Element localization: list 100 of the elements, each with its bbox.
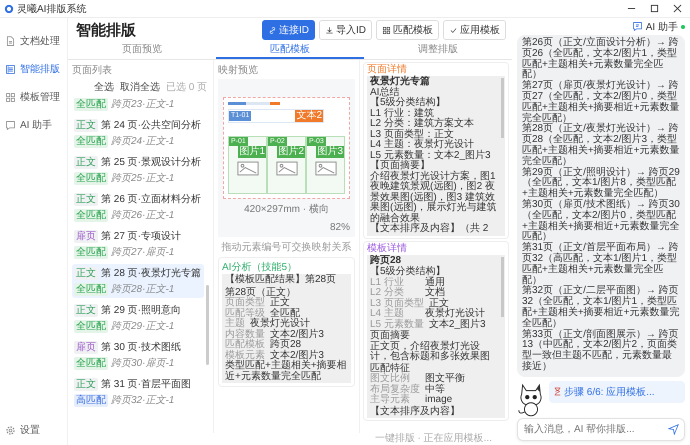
mapping-text: 跨页29·正文-1: [111, 320, 174, 333]
mapping-text: 跨页28·正文-1: [111, 282, 174, 296]
detail-text: L5 元素数量：文本2_图片3: [370, 150, 492, 160]
match-tag: 全匹配: [74, 134, 108, 148]
image-placeholder-icon: [276, 161, 298, 176]
tab[interactable]: 匹配模板: [216, 42, 364, 59]
match-tag: 高匹配: [74, 394, 108, 406]
field-value: 夜景灯光设计: [425, 309, 485, 319]
page-list-item[interactable]: 正文 第 26 页·立面材料分析 全匹配 跨页26·正文-1: [72, 190, 204, 224]
sidebar-item-label: 智能排版: [20, 62, 60, 76]
deselect-all-button[interactable]: 取消全选: [120, 80, 160, 94]
page-type-tag: 扉页: [74, 230, 98, 242]
detail-text: 【5级分类结构】: [370, 98, 447, 108]
analysis-title: AI分析（技能5）: [222, 261, 298, 274]
select-all-button[interactable]: 全选: [94, 80, 114, 94]
field-label: L4 主题: [370, 309, 404, 319]
send-icon[interactable]: [668, 424, 679, 435]
page-list-item[interactable]: 正文 第 28 页·夜景灯光专篇 全匹配 跨页28·正文-1: [72, 264, 204, 298]
field-value: 跨页28: [270, 340, 302, 350]
scrollbar[interactable]: [206, 285, 209, 365]
sidebar-item-label: 模板管理: [20, 90, 60, 104]
toolbar-button[interactable]: 连接ID: [262, 20, 315, 40]
scrollbar[interactable]: [501, 256, 504, 316]
analysis-heading: 【模板匹配结果】第28页: [225, 275, 338, 286]
hourglass-icon: [554, 387, 561, 396]
settings-item[interactable]: 设置: [0, 421, 67, 439]
page-title-text: 第 27 页·专项设计: [101, 230, 182, 243]
message-input[interactable]: 输入消息，AI 帮你排版...: [517, 418, 685, 441]
toolbar-button[interactable]: 导入ID: [319, 20, 372, 40]
progress-text: 步骤 6/6: 应用模板...: [564, 386, 655, 399]
mapping-text: 跨页23·正文-1: [111, 98, 174, 111]
analysis-summary: 类型匹配+主题相关+摘要相近+元素数量完全匹配: [225, 361, 348, 382]
settings-icon: [5, 424, 16, 436]
field-value: image: [425, 395, 452, 406]
detail-heading: 【文本排序及内容】: [370, 406, 461, 417]
mapping-text: 跨页30·扉页-1: [111, 356, 174, 370]
page-size-text: 420×297mm · 横向: [243, 202, 330, 216]
match-tag: 全匹配: [74, 208, 108, 222]
page-type-tag: 正文: [74, 304, 98, 316]
detail-text: L3 页面类型：正文: [370, 130, 454, 140]
page-title-text: 第 26 页·立面材料分析: [101, 192, 202, 206]
status-text: 一键排版 · 正在应用模板...: [374, 433, 493, 445]
page-list-item[interactable]: 全匹配 跨页23·正文-1: [72, 95, 204, 113]
page-list-item[interactable]: 扉页 第 27 页·专项设计 全匹配 跨页27·扉页-1: [72, 227, 204, 261]
page-type-tag: 正文: [74, 266, 98, 280]
layout-icon: [5, 64, 16, 74]
image-placeholder-icon: [314, 161, 336, 176]
field-label: L2 分类: [370, 288, 404, 298]
match-tag: 全匹配: [74, 356, 108, 370]
page-list-item[interactable]: 正文 第 24 页·公共空间分析 全匹配 跨页24·正文-1: [72, 116, 204, 150]
page-list-item[interactable]: 扉页 第 30 页·技术图纸 全匹配 跨页30·扉页-1: [72, 338, 204, 372]
sidebar-item[interactable]: 智能排版: [0, 60, 67, 78]
chat-icon: [632, 21, 643, 32]
grid-icon: [382, 26, 391, 34]
detail-heading: 页面摘要: [370, 331, 411, 341]
section-label: 映射预览: [218, 64, 259, 77]
download-icon: [325, 26, 334, 34]
chat-message-text: 第30页（扉页/技术图纸）→ 跨页30（全匹配，文本2/图片0，类型匹配+主题相关+摘要相近+元素数量完全匹配）: [522, 200, 680, 242]
chat-title: AI 助手: [646, 20, 678, 34]
image-placeholder-icon: [236, 161, 258, 176]
element-tag: 图片2: [277, 146, 305, 158]
field-label: L5 元素数量: [370, 320, 424, 330]
page-list-item[interactable]: 正文 第 25 页·景观设计分析 全匹配 跨页25·正文-1: [72, 153, 204, 187]
toolbar-button[interactable]: 应用模板: [443, 20, 506, 40]
tab[interactable]: 调整排版: [364, 42, 512, 59]
detail-text: 【页面摘要】: [370, 161, 430, 171]
detail-text: L1 行业：建筑: [370, 108, 434, 118]
page-list-item[interactable]: 正文 第 31 页·首层平面图 高匹配 跨页32·正文-1: [72, 375, 204, 409]
element-tag: 图片1: [238, 146, 266, 158]
page-title-text: 第 28 页·夜景灯光专篇: [101, 266, 202, 280]
field-label: 匹配等级: [225, 308, 265, 318]
page-list-item[interactable]: 正文 第 29 页·照明意向 全匹配 跨页29·正文-1: [72, 301, 204, 335]
element-tag: 文本2: [295, 110, 323, 122]
field-value: 夜景灯光设计: [250, 319, 310, 329]
field-label: L3 页面类型: [370, 298, 424, 308]
field-value: 文本2_图片3: [428, 320, 486, 330]
selected-count: 已选 0 页: [166, 80, 208, 94]
close-icon[interactable]: [673, 4, 682, 13]
detail-text: 【文本排序及内容】（共 2: [370, 224, 490, 234]
detail-heading: 匹配特征: [370, 364, 411, 374]
maximize-icon[interactable]: [650, 4, 659, 13]
page-type-tag: 正文: [74, 192, 98, 206]
sidebar-item[interactable]: 模板管理: [0, 88, 67, 106]
sidebar-item[interactable]: 文档处理: [0, 32, 67, 50]
page-title-text: 第 31 页·首层平面图: [101, 378, 192, 391]
page-title-text: 第 24 页·公共空间分析: [101, 118, 202, 132]
mapping-text: 跨页24·正文-1: [111, 134, 174, 148]
section-label: 页面列表: [72, 64, 113, 77]
scrollbar[interactable]: [501, 78, 504, 138]
toolbar-button[interactable]: 匹配模板: [376, 20, 439, 40]
sidebar-item[interactable]: AI 助手: [0, 116, 67, 134]
mapping-text: 跨页27·扉页-1: [111, 246, 174, 259]
detail-heading: 【5级分类结构】: [370, 267, 447, 277]
detail-text: 正文页，介绍夜景灯光设计，包含标题和多张效果图: [370, 342, 491, 362]
tab[interactable]: 页面预览: [68, 42, 216, 59]
card-title: 页面详情: [367, 64, 408, 75]
chat-message-text: 第31页（正文/首层平面布局）→ 跨页32（高匹配，文本1/图片1，类型匹配+主题相关+元素数量完全匹配）: [522, 243, 680, 286]
field-label: L1 行业: [370, 278, 405, 288]
chat-message-text: 第26页（正文/立面设计分析）→ 跨页26（全匹配，文本2/图片1，类型匹配+主题相关+元素数量完全匹配）: [522, 38, 680, 80]
chat-icon: [5, 120, 16, 130]
